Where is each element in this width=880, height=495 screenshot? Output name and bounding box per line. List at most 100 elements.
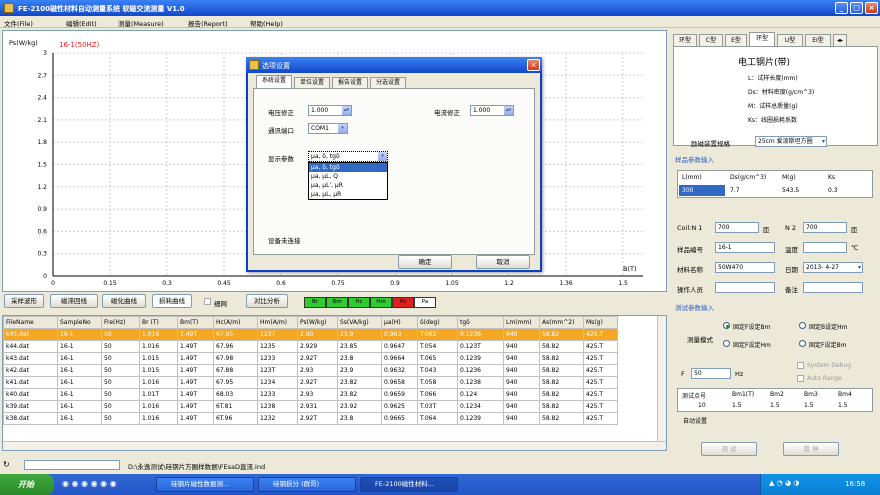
system-debug-checkbox[interactable] — [797, 362, 804, 369]
mode-radio-1[interactable] — [723, 322, 730, 329]
task-2[interactable]: 硅钢损分 (群哥) — [258, 477, 356, 492]
indicator-pa[interactable]: Pa — [414, 297, 436, 308]
display-option-3[interactable]: μa, μL', μR — [309, 181, 387, 190]
dialog-tab-report[interactable]: 报告设置 — [332, 77, 368, 88]
meas-value-0[interactable]: 10 — [698, 402, 706, 409]
column-header[interactable]: Lm(mm) — [503, 316, 540, 329]
mode-radio-4[interactable] — [799, 340, 806, 347]
menu-report[interactable]: 报告(Report) — [188, 18, 228, 28]
column-header[interactable]: Ss(VA/kg) — [337, 316, 382, 329]
dialog-cancel-button[interactable]: 取消 — [476, 255, 530, 269]
indicator-hm[interactable]: Hm — [370, 297, 392, 308]
compare-analysis-button[interactable]: 对比分析 — [246, 294, 288, 308]
device-spec-select[interactable]: 25cm 爱泼斯坦方圈 ▾ — [755, 136, 827, 147]
display-option-2[interactable]: μa, μL, Q — [309, 172, 387, 181]
dialog-tab-sorting[interactable]: 分选设置 — [370, 77, 406, 88]
meas-value-3[interactable]: 1.5 — [804, 402, 814, 409]
column-header[interactable]: μa(H) — [381, 316, 418, 329]
menu-measure[interactable]: 测量(Measure) — [118, 18, 164, 28]
table-row[interactable]: k41.dat 16-1 50 1.016 1.49T 67.95 1234 2.92T 23.… — [3, 376, 618, 389]
meas-value-2[interactable]: 1.5 — [770, 402, 780, 409]
table-row[interactable]: k44.dat 16-1 50 1.016 1.49T 67.96 1235 2.929 23.… — [3, 340, 618, 353]
test-button[interactable]: 测 试 — [701, 442, 757, 456]
frequency-input[interactable]: 50 — [691, 368, 731, 379]
display-option-1[interactable]: μa, δ, tgδ — [309, 163, 387, 172]
remark-input[interactable] — [803, 282, 863, 293]
current-correction-input[interactable]: 1.000 ▴▾ — [470, 105, 514, 116]
dialog-close-icon[interactable]: × — [527, 59, 540, 71]
close-button[interactable]: × — [865, 2, 878, 14]
fine-grid-checkbox[interactable] — [204, 298, 211, 305]
pause-button[interactable]: 暂 停 — [783, 442, 839, 456]
minimize-button[interactable]: _ — [835, 2, 848, 14]
dialog-ok-button[interactable]: 确定 — [398, 255, 452, 269]
task-1[interactable]: 硅钢片磁性数据测... — [156, 477, 254, 492]
horizontal-scrollbar[interactable] — [3, 441, 666, 450]
table-row[interactable]: k40.dat 16-1 50 1.01T 1.49T 68.03 1233 2.93 23.8… — [3, 388, 618, 401]
dialog-tab-system[interactable]: 系统设置 — [256, 75, 292, 88]
coil-n1-input[interactable]: 700 — [715, 222, 759, 233]
menu-file[interactable]: 文件(File) — [4, 18, 33, 28]
meas-value-4[interactable]: 1.5 — [838, 402, 848, 409]
temp-input[interactable] — [803, 242, 847, 253]
auto-range-checkbox[interactable] — [797, 375, 804, 382]
voltage-correction-input[interactable]: 1.000 ▴▾ — [308, 105, 352, 116]
column-header[interactable]: Hc(A/m) — [213, 316, 258, 329]
mode-radio-3[interactable] — [723, 340, 730, 347]
table-row[interactable]: k42.dat 16-1 50 1.015 1.49T 67.88 123T 2.93 23.9… — [3, 364, 618, 377]
tab-ring[interactable]: 环型 — [673, 34, 697, 46]
column-header[interactable]: FileName — [3, 316, 58, 329]
dialog-tab-units[interactable]: 单位设置 — [294, 77, 330, 88]
operator-input[interactable] — [715, 282, 775, 293]
coil-n2-input[interactable]: 700 — [803, 222, 847, 233]
column-header[interactable]: Fre(Hz) — [101, 316, 140, 329]
sample-no-input[interactable]: 16-1 — [715, 242, 775, 253]
meas-value-1[interactable]: 1.5 — [732, 402, 742, 409]
magnetization-curve-button[interactable]: 磁化曲线 — [102, 294, 146, 308]
mode-radio-2[interactable] — [799, 322, 806, 329]
param-value-ks[interactable]: 0.3 — [828, 187, 838, 194]
column-header[interactable]: Ms(g) — [583, 316, 618, 329]
indicator-br[interactable]: Br — [304, 297, 326, 308]
sampling-waveform-button[interactable]: 采样波形 — [4, 294, 44, 308]
tab-e[interactable]: E型 — [725, 34, 747, 46]
maximize-button[interactable]: □ — [850, 2, 863, 14]
table-row[interactable]: k39.dat 16-1 50 1.016 1.49T 6T.81 1238 2.931 23.… — [3, 400, 618, 413]
start-button[interactable]: 开始 — [0, 474, 54, 495]
refresh-icon[interactable]: ↻ — [3, 460, 10, 469]
tab-scroll-arrows[interactable]: ◂▸ — [833, 34, 847, 46]
indicator-hc[interactable]: Hc — [348, 297, 370, 308]
menu-edit[interactable]: 编辑(Edit) — [66, 18, 97, 28]
display-option-4[interactable]: μa, μL, μR — [309, 190, 387, 199]
date-picker[interactable]: 2013- 4-27 ▾ — [803, 262, 863, 273]
display-params-select[interactable]: μa, δ, tgδ ▾ — [308, 151, 388, 162]
table-row[interactable]: k38.dat 16-1 50 1.016 1.49T 6T.96 1232 2.92T 23.… — [3, 412, 618, 425]
loss-curve-button[interactable]: 损耗曲线 — [152, 294, 192, 308]
tray-icons[interactable]: ▲ ◔ ◕ ◑ — [769, 479, 799, 487]
quicklaunch-icons[interactable]: ◉ ◉ ◉ ◉ ◉ ◉ — [62, 479, 117, 488]
tab-c[interactable]: C型 — [699, 34, 723, 46]
table-row[interactable]: k45.dat 16-1 50 1.016 1.49T 67.95 1237 2.90 23.9… — [3, 328, 618, 341]
param-value-l[interactable]: 300 — [679, 185, 725, 196]
column-header[interactable]: Br (T) — [139, 316, 178, 329]
material-input[interactable]: 50W470 — [715, 262, 775, 273]
column-header[interactable]: Hm(A/m) — [257, 316, 298, 329]
hysteresis-loop-button[interactable]: 磁滞回线 — [50, 294, 98, 308]
column-header[interactable]: tgδ — [457, 316, 504, 329]
comm-port-select[interactable]: COM1 ▾ — [308, 123, 348, 134]
table-row[interactable]: k43.dat 16-1 50 1.015 1.49T 67.98 1233 2.92T 23.… — [3, 352, 618, 365]
task-3[interactable]: FE-2100磁性材料... — [360, 477, 458, 492]
column-header[interactable]: Ps(W/kg) — [297, 316, 338, 329]
path-input[interactable] — [24, 460, 120, 470]
param-value-m[interactable]: 543.5 — [782, 187, 799, 194]
tab-ei[interactable]: EI型 — [805, 34, 831, 46]
indicator-ps[interactable]: Ps — [392, 297, 414, 308]
vertical-scrollbar[interactable] — [657, 316, 666, 450]
column-header[interactable]: As(mm^2) — [539, 316, 584, 329]
indicator-bm[interactable]: Bm — [326, 297, 348, 308]
param-value-ds[interactable]: 7.7 — [730, 187, 740, 194]
column-header[interactable]: δ(deg) — [417, 316, 458, 329]
tab-u[interactable]: U型 — [777, 34, 803, 46]
tab-ring-active[interactable]: 环型 — [749, 32, 775, 46]
column-header[interactable]: SampleNo — [57, 316, 102, 329]
